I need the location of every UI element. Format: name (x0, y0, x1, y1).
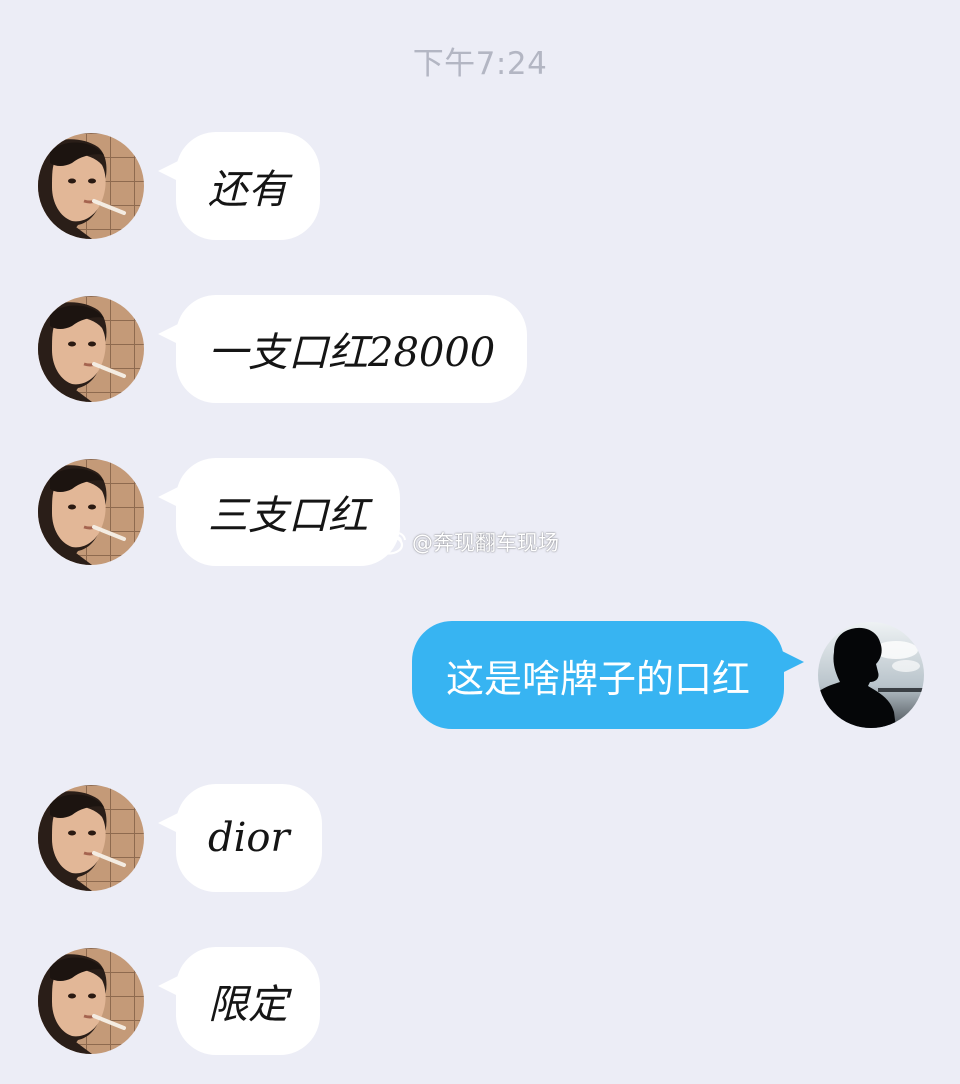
avatar-image (38, 133, 144, 239)
avatar-image (38, 785, 144, 891)
message-row: 一支口红28000 (0, 295, 960, 405)
message-row: dior (0, 784, 960, 894)
weibo-icon (374, 529, 408, 555)
incoming-message-bubble[interactable]: 限定 (176, 947, 320, 1055)
contact-avatar[interactable] (38, 133, 144, 239)
contact-avatar[interactable] (38, 785, 144, 891)
message-text: 还有 (208, 167, 288, 213)
contact-avatar[interactable] (38, 948, 144, 1054)
message-text: 三支口红 (208, 493, 368, 539)
incoming-message-bubble[interactable]: 还有 (176, 132, 320, 240)
bubble-tail (782, 651, 804, 673)
incoming-message-bubble[interactable]: 三支口红 (176, 458, 400, 566)
message-text: dior (208, 815, 290, 861)
message-row: 这是啥牌子的口红 (0, 621, 960, 731)
message-text: 限定 (208, 982, 288, 1028)
incoming-message-bubble[interactable]: dior (176, 784, 322, 892)
avatar-image (38, 948, 144, 1054)
avatar-image (38, 296, 144, 402)
contact-avatar[interactable] (38, 459, 144, 565)
my-avatar[interactable] (818, 622, 924, 728)
message-text: 这是啥牌子的口红 (445, 656, 750, 701)
outgoing-message-bubble[interactable]: 这是啥牌子的口红 (411, 621, 784, 729)
incoming-message-bubble[interactable]: 一支口红28000 (176, 295, 528, 403)
avatar-image (818, 622, 924, 728)
timestamp: 下午7:24 (412, 46, 548, 82)
message-row: 限定 (0, 947, 960, 1057)
watermark-text: @奔现翻车现场 (412, 531, 559, 555)
avatar-image (38, 459, 144, 565)
message-row: 还有 (0, 132, 960, 242)
contact-avatar[interactable] (38, 296, 144, 402)
message-text: 一支口红28000 (208, 330, 496, 376)
watermark: @奔现翻车现场 (374, 527, 559, 557)
